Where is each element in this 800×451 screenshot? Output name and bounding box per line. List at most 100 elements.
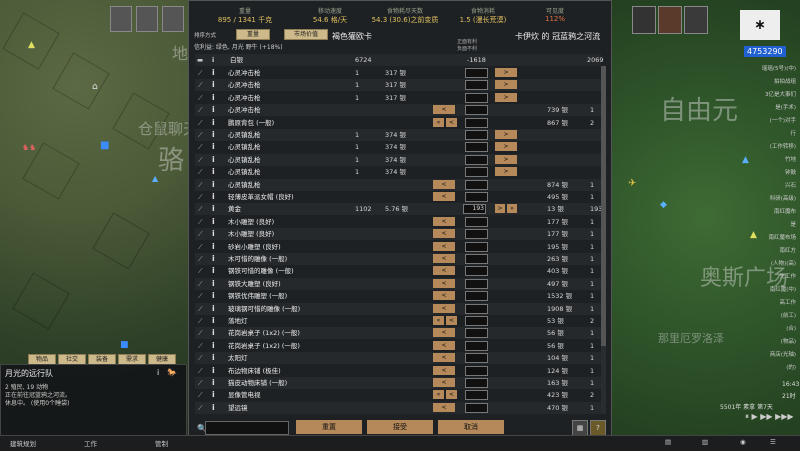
right-list-item[interactable]: 是(手术) [775,103,796,111]
scrollbar[interactable] [601,66,606,414]
info-icon[interactable]: i [212,54,214,66]
quantity-input[interactable] [465,278,488,289]
hostile-faction-icon[interactable]: ♞♞ [22,143,36,152]
info-icon[interactable]: i [212,154,215,166]
right-list-item[interactable]: 先工作 [779,272,796,280]
transfer-right-button[interactable]: > [495,68,517,77]
colonist-portrait[interactable] [658,6,682,34]
right-list-item[interactable]: 商店(光轴) [770,350,796,358]
transfer-left-button[interactable]: < [433,241,455,251]
transfer-left-button[interactable]: < [446,316,457,325]
help-icon[interactable]: ? [590,420,606,436]
quantity-input[interactable] [465,390,488,401]
info-icon[interactable]: i [212,79,215,91]
menu-icon[interactable]: ☰ [770,438,776,446]
info-icon[interactable]: i [212,352,215,364]
info-icon[interactable]: i [212,166,215,178]
quantity-input[interactable] [465,68,488,78]
right-list-item[interactable]: (的) [786,363,796,371]
transfer-all-left-button[interactable]: « [433,316,444,325]
quantity-input[interactable] [465,365,488,376]
right-list-item[interactable]: 兴石 [785,181,796,189]
scrollbar-thumb[interactable] [601,66,606,346]
transfer-left-button[interactable]: < [446,390,457,400]
info-icon[interactable]: i [212,191,215,203]
colonist-portrait[interactable] [162,6,184,32]
quantity-input[interactable] [465,154,488,165]
player-settlement-icon[interactable]: ■ [100,140,109,151]
info-icon[interactable]: i [212,315,215,327]
quantity-input[interactable] [465,241,488,252]
caravan-icon[interactable]: 🐎 [167,368,177,377]
quantity-input[interactable] [465,117,488,128]
menu-restrict[interactable]: 管制 [155,438,168,448]
settlement-icon[interactable]: ⌂ [92,82,98,92]
quantity-input[interactable] [465,105,488,116]
transfer-right-button[interactable]: > [495,204,505,214]
info-icon[interactable]: i [212,117,215,129]
quantity-input[interactable] [465,192,488,202]
right-list-item[interactable]: 南红方 [779,246,796,254]
lightbulb-icon[interactable]: ◉ [740,438,746,446]
transfer-all-right-button[interactable]: » [507,204,517,214]
right-list-item[interactable]: (人物)(高) [771,259,796,267]
transfer-left-button[interactable]: < [433,216,455,226]
quantity-input[interactable]: 193 [463,204,486,215]
menu-architect[interactable]: 建筑规划 [10,438,36,448]
transfer-right-button[interactable]: > [495,167,517,177]
quantity-input[interactable] [465,291,488,302]
right-list-item[interactable]: (合) [786,324,796,332]
colonist-portrait[interactable] [136,6,158,32]
transfer-left-button[interactable]: < [433,378,455,387]
info-icon[interactable]: i [212,340,215,352]
quantity-input[interactable] [465,316,488,326]
cancel-button[interactable]: 取消 [438,420,504,434]
quantity-input[interactable] [465,142,488,153]
transfer-all-left-button[interactable]: « [433,117,444,127]
accept-button[interactable]: 接受 [367,420,433,434]
quantity-input[interactable] [465,266,488,277]
right-list-item[interactable]: 南红魔布 [774,207,796,215]
right-list-item[interactable]: 科研(高级) [770,194,796,202]
info-icon[interactable]: i [212,67,215,79]
info-icon[interactable]: i [212,104,215,116]
info-icon[interactable]: i [157,368,159,377]
right-list-item[interactable]: (工作转移) [770,142,796,150]
right-list-item[interactable]: 3亿是大事们 [765,90,796,98]
info-icon[interactable]: i [212,179,215,191]
transfer-left-button[interactable]: < [433,340,455,350]
info-icon[interactable]: i [212,253,215,265]
quantity-input[interactable] [465,378,488,388]
colonist-portrait[interactable] [684,6,708,34]
transfer-right-button[interactable]: > [495,92,517,102]
right-list-item[interactable]: 高工作 [779,298,796,306]
transfer-right-button[interactable]: > [495,142,517,152]
book-icon[interactable]: ▤ [665,438,671,446]
reset-button[interactable]: 重置 [296,420,362,434]
transfer-left-button[interactable]: < [433,278,455,288]
world-icon[interactable]: ▥ [702,438,708,446]
right-list-item[interactable]: (一个)对手 [770,116,796,124]
info-icon[interactable]: i [212,290,215,302]
transfer-left-button[interactable]: < [433,291,455,301]
quantity-input[interactable] [465,229,488,240]
quantity-input[interactable] [465,254,488,264]
right-list-item[interactable]: 钟鼓 [785,168,796,176]
quantity-input[interactable] [465,402,488,413]
quantity-input[interactable] [465,80,488,91]
info-icon[interactable]: i [212,327,215,339]
quantity-input[interactable] [465,130,488,140]
right-list-item[interactable]: 竹地 [785,155,796,163]
quantity-input[interactable] [465,340,488,351]
right-list-item[interactable]: (物品) [781,337,796,345]
info-icon[interactable]: i [212,265,215,277]
info-icon[interactable]: i [212,303,215,315]
quantity-input[interactable] [465,92,488,103]
transfer-left-button[interactable]: < [433,353,455,363]
info-icon[interactable]: i [212,141,215,153]
transfer-left-button[interactable]: < [433,254,455,263]
caravan-icon[interactable]: ■ [120,340,129,350]
search-input[interactable] [205,421,289,435]
right-list-item[interactable]: 拍拍战组 [774,77,796,85]
info-icon[interactable]: i [212,129,215,141]
